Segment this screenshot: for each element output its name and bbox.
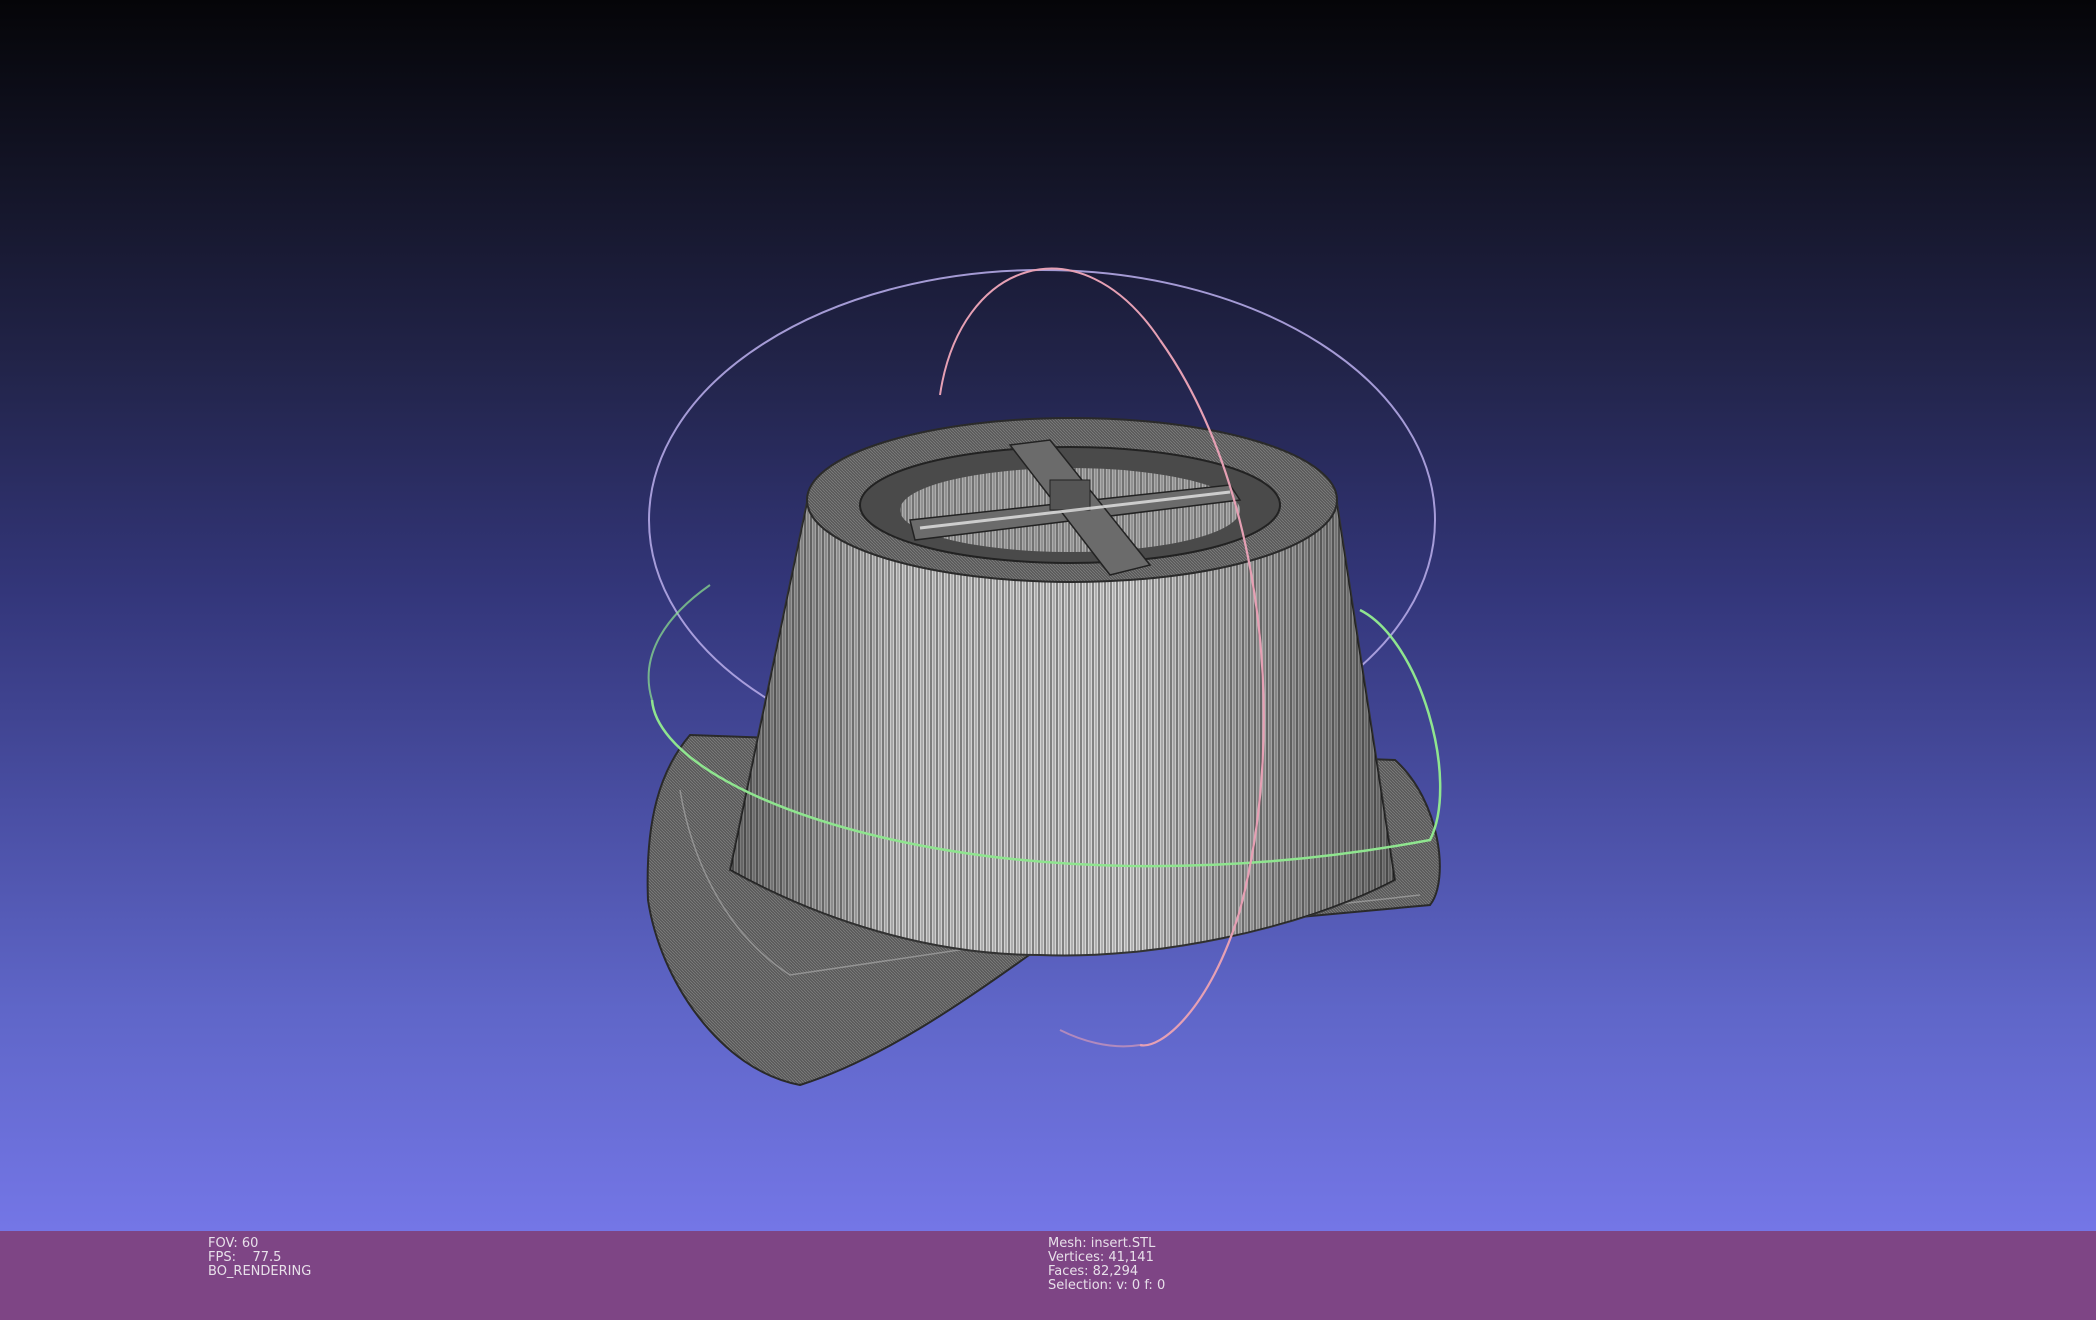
mesh-render[interactable]	[0, 0, 2096, 1231]
selection-label: Selection: v: 0 f: 0	[1048, 1278, 1166, 1293]
mesh-name-label: Mesh: insert.STL	[1048, 1236, 1156, 1251]
info-bar: FOV: 60 FPS: 77.5 BO_RENDERING Mesh: ins…	[0, 1231, 2096, 1320]
faces-label: Faces: 82,294	[1048, 1264, 1139, 1279]
vertices-label: Vertices: 41,141	[1048, 1250, 1154, 1265]
fov-label: FOV: 60	[208, 1236, 259, 1251]
trackball-ring-vertical-back	[939, 267, 1161, 396]
3d-viewport[interactable]	[0, 0, 2096, 1231]
render-mode-label: BO_RENDERING	[208, 1264, 312, 1279]
mesh-info: Mesh: insert.STL Vertices: 41,141 Faces:…	[1048, 1237, 1165, 1293]
fps-label: FPS: 77.5	[208, 1250, 282, 1265]
render-info: FOV: 60 FPS: 77.5 BO_RENDERING	[208, 1237, 311, 1279]
